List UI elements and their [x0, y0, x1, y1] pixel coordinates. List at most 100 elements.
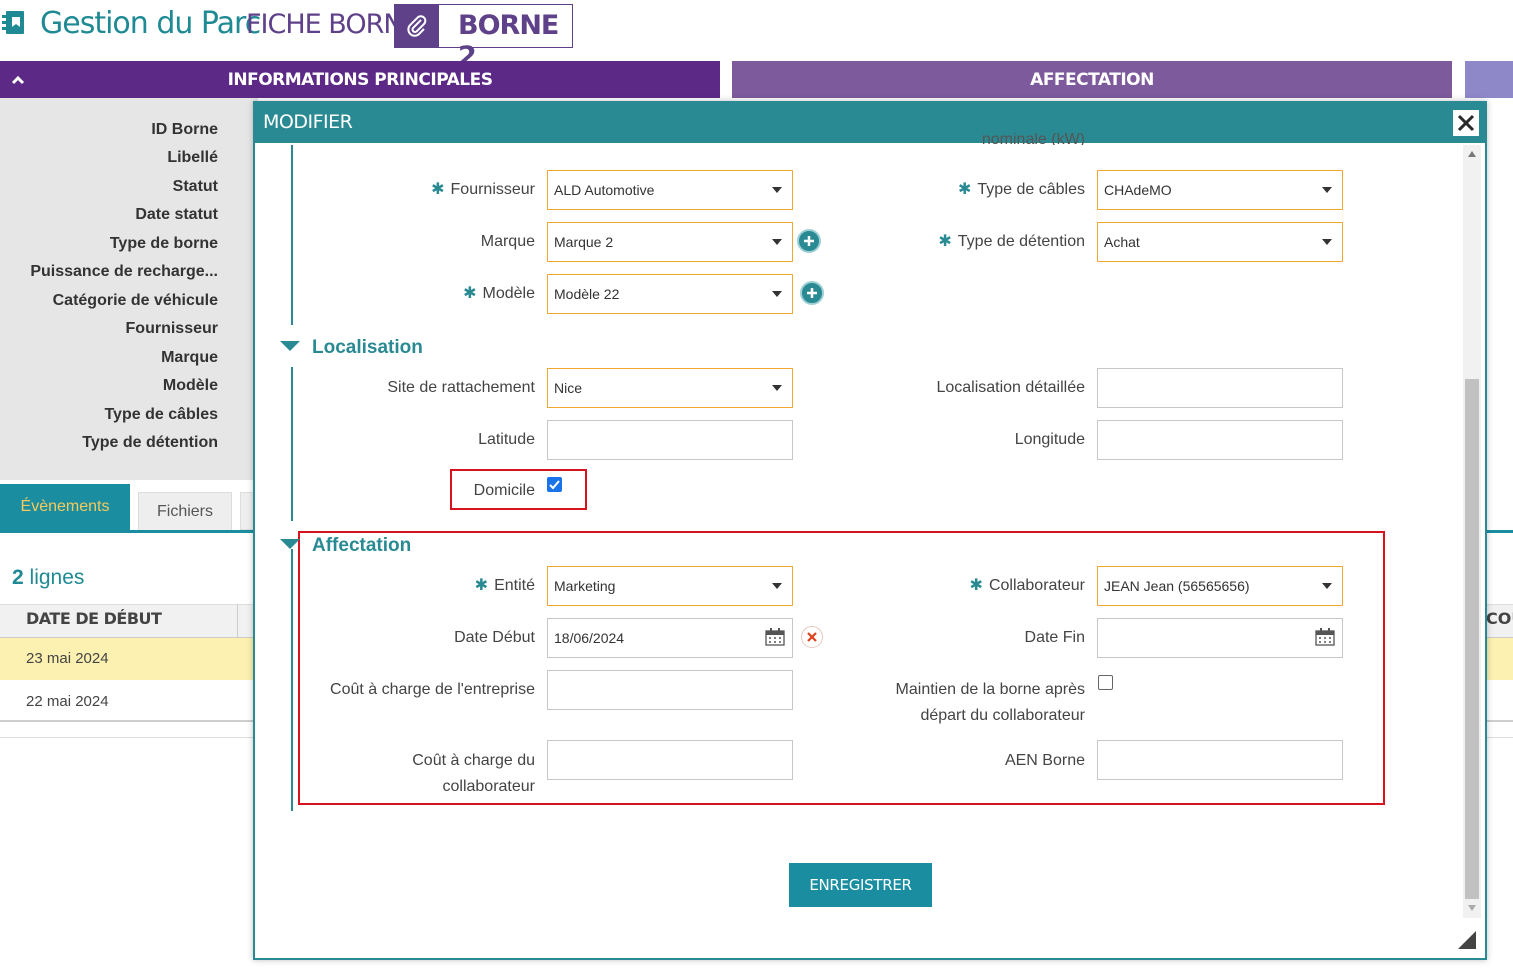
caret-down-icon: [1322, 239, 1332, 245]
collapse-localisation-icon[interactable]: [280, 341, 300, 351]
column-start-date[interactable]: DATE DE DÉBUT: [26, 609, 162, 628]
marque-select[interactable]: Marque 2: [547, 222, 793, 262]
x-icon: [807, 632, 817, 642]
section-affectation-title: AFFECTATION: [1030, 69, 1154, 90]
collaborateur-value: JEAN Jean (56565656): [1104, 578, 1250, 594]
app-title[interactable]: Gestion du Parc: [40, 6, 261, 41]
book-icon: [2, 11, 24, 34]
date-fin-input[interactable]: [1097, 618, 1343, 658]
info-label-categorie: Catégorie de véhicule: [52, 292, 218, 309]
domicile-checkbox[interactable]: [547, 477, 562, 492]
tab-files[interactable]: Fichiers: [138, 492, 232, 530]
table-cell-date: 23 mai 2024: [26, 650, 109, 667]
tab-more[interactable]: [240, 492, 254, 530]
collaborateur-select[interactable]: JEAN Jean (56565656): [1097, 566, 1343, 606]
scrollbar-thumb[interactable]: [1465, 379, 1479, 899]
info-label-puissance: Puissance de recharge...: [30, 263, 218, 280]
info-label-type-cables: Type de câbles: [104, 406, 218, 423]
date-debut-value: 18/06/2024: [554, 630, 625, 646]
section-affectation-title[interactable]: Affectation: [312, 535, 411, 557]
field-label-entite: ✱ Entité: [475, 573, 535, 599]
cout-collab-input[interactable]: [547, 740, 793, 780]
loc-detail-input[interactable]: [1097, 368, 1343, 408]
site-value: Nice: [554, 380, 583, 396]
plus-icon: [807, 288, 817, 298]
field-label-loc-detail: Localisation détaillée: [936, 379, 1085, 396]
section-affectation-header[interactable]: AFFECTATION: [732, 61, 1452, 98]
row-count-number: 2: [12, 566, 24, 589]
field-label-maintien-line2: départ du collaborateur: [920, 707, 1085, 724]
entite-select[interactable]: Marketing: [547, 566, 793, 606]
type-cables-select[interactable]: CHAdeMO: [1097, 170, 1343, 210]
date-debut-input[interactable]: 18/06/2024: [547, 618, 793, 658]
resize-grip-icon[interactable]: [1458, 931, 1476, 949]
scroll-down-icon[interactable]: [1468, 905, 1476, 911]
group-line: [291, 367, 293, 521]
field-label-collaborateur-text: Collaborateur: [988, 577, 1085, 594]
modal-title: MODIFIER: [263, 111, 353, 133]
required-icon: ✱: [938, 233, 952, 250]
type-detention-value: Achat: [1104, 234, 1140, 250]
info-label-libelle: Libellé: [167, 149, 218, 166]
plus-icon: [804, 236, 814, 246]
site-select[interactable]: Nice: [547, 368, 793, 408]
field-label-latitude: Latitude: [478, 431, 535, 448]
aen-input[interactable]: [1097, 740, 1343, 780]
collapse-affectation-icon[interactable]: [280, 539, 300, 549]
scroll-up-icon[interactable]: [1468, 151, 1476, 157]
section-localisation-title[interactable]: Localisation: [312, 337, 423, 359]
clear-date-button[interactable]: [801, 626, 823, 648]
field-label-site: Site de rattachement: [387, 379, 535, 396]
type-detention-select[interactable]: Achat: [1097, 222, 1343, 262]
marque-value: Marque 2: [554, 234, 614, 250]
field-label-domicile: Domicile: [473, 482, 535, 499]
table-cell-date: 22 mai 2024: [26, 693, 109, 710]
cout-entreprise-input[interactable]: [547, 670, 793, 710]
fournisseur-select[interactable]: ALD Automotive: [547, 170, 793, 210]
caret-down-icon: [772, 239, 782, 245]
close-icon: [1457, 114, 1475, 132]
edit-modal: MODIFIER nominale (kW) ✱ Fournisseur ALD …: [253, 101, 1487, 960]
field-label-aen: AEN Borne: [1004, 752, 1085, 769]
close-button[interactable]: [1451, 108, 1481, 138]
info-label-fournisseur: Fournisseur: [125, 320, 218, 337]
calendar-icon[interactable]: [1315, 628, 1335, 646]
add-marque-button[interactable]: [797, 229, 821, 253]
info-label-date-statut: Date statut: [135, 206, 218, 223]
tab-events[interactable]: Évènements: [0, 484, 130, 530]
info-label-modele: Modèle: [162, 377, 218, 394]
modal-header[interactable]: MODIFIER: [255, 103, 1485, 143]
info-label-type-detention: Type de détention: [82, 434, 218, 451]
field-label-cout-collab-line2: collaborateur: [442, 778, 536, 795]
page-name: FICHE BORNE: [246, 9, 420, 40]
field-label-puissance-cut: nominale (kW): [981, 133, 1085, 145]
longitude-input[interactable]: [1097, 420, 1343, 460]
field-label-date-debut: Date Début: [454, 629, 535, 646]
latitude-input[interactable]: [547, 420, 793, 460]
chevron-up-icon[interactable]: [10, 72, 26, 88]
field-label-type-cables-text: Type de câbles: [977, 181, 1085, 198]
caret-down-icon: [772, 583, 782, 589]
column-divider[interactable]: [237, 604, 238, 638]
row-count: 2 lignes: [12, 566, 84, 590]
info-label-type-borne: Type de borne: [109, 235, 218, 252]
fournisseur-value: ALD Automotive: [554, 182, 655, 198]
section-main-header[interactable]: INFORMATIONS PRINCIPALES: [0, 61, 720, 98]
caret-down-icon: [1322, 583, 1332, 589]
field-label-fournisseur-text: Fournisseur: [450, 181, 535, 198]
maintien-checkbox[interactable]: [1098, 675, 1113, 690]
field-label-cout-collab: Coût à charge du collaborateur: [412, 748, 535, 800]
group-line: [291, 549, 293, 811]
modele-select[interactable]: Modèle 22: [547, 274, 793, 314]
save-button[interactable]: ENREGISTRER: [789, 863, 932, 907]
paperclip-icon: [395, 5, 439, 47]
field-label-cout-collab-line1: Coût à charge du: [412, 752, 535, 769]
column-cost[interactable]: COÛ: [1486, 609, 1513, 628]
required-icon: ✱: [431, 181, 445, 198]
section-third-header[interactable]: [1465, 61, 1513, 98]
info-label-statut: Statut: [172, 178, 218, 195]
field-label-maintien: Maintien de la borne après départ du coll…: [896, 677, 1085, 729]
calendar-icon[interactable]: [765, 628, 785, 646]
info-label-marque: Marque: [161, 349, 218, 366]
add-modele-button[interactable]: [800, 281, 824, 305]
